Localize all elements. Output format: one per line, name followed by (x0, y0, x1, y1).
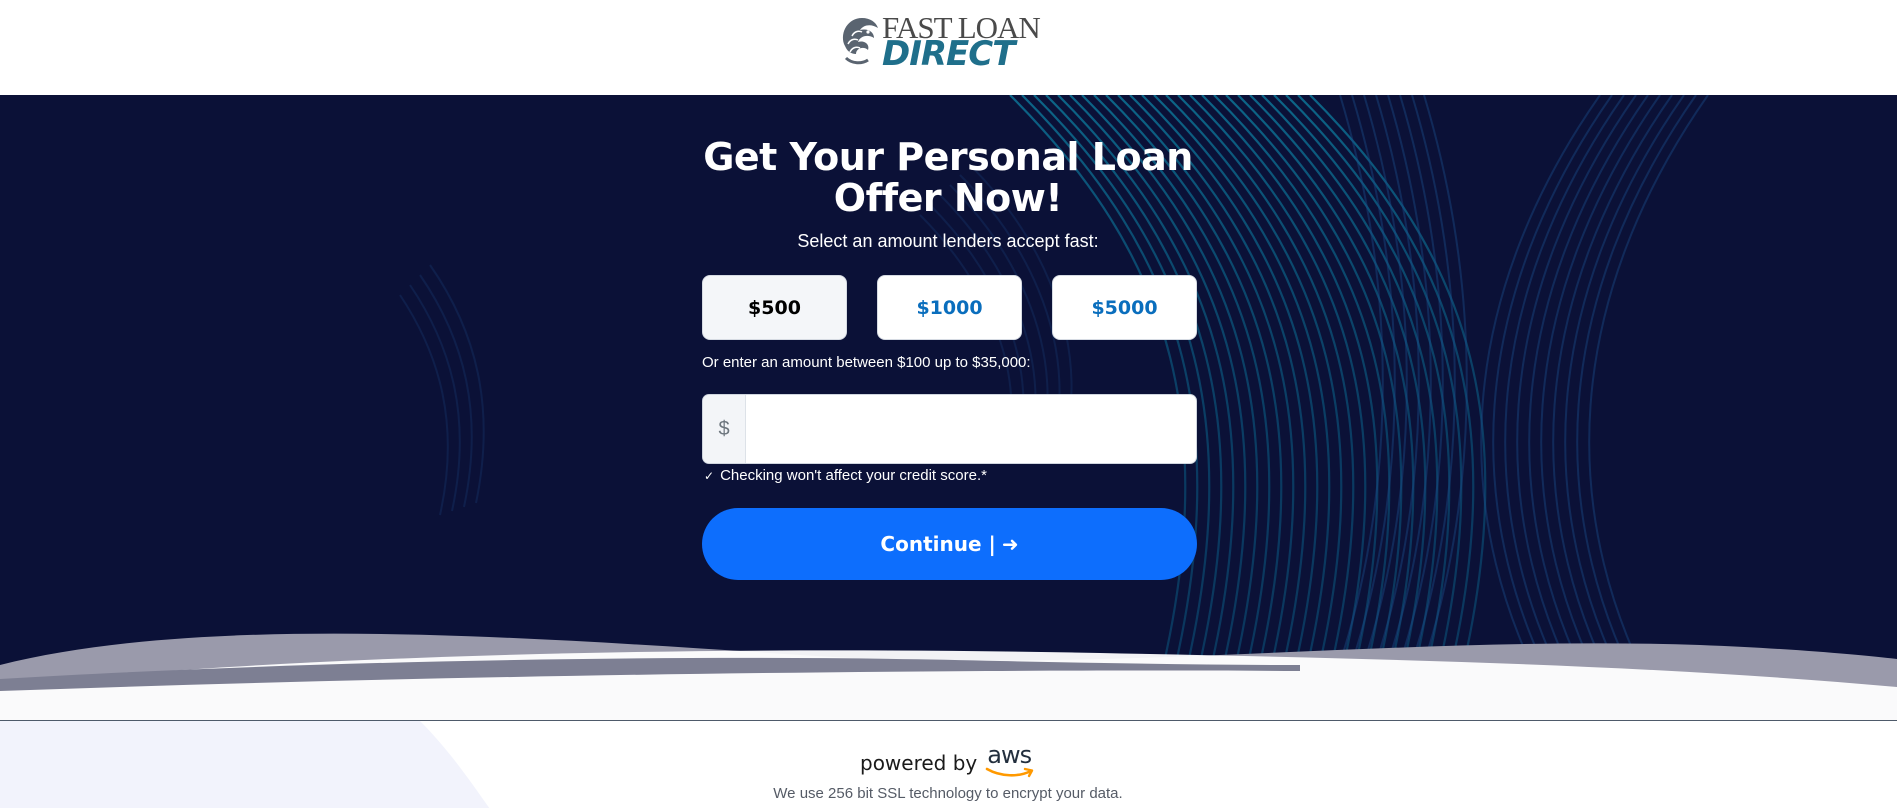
credit-score-note-text: Checking won't affect your credit score.… (720, 467, 987, 484)
site-header: FAST LOAN DIRECT (0, 0, 1897, 95)
amount-button-5000[interactable]: $5000 (1052, 275, 1197, 340)
logo-text-direct: DIRECT (882, 34, 1015, 74)
lion-logo-icon (842, 18, 878, 65)
check-icon: ✓ (704, 468, 715, 483)
decorative-footer-shape (0, 721, 490, 808)
fast-loan-direct-logo[interactable]: FAST LOAN DIRECT (838, 12, 1058, 72)
amount-range-hint: Or enter an amount between $100 up to $3… (702, 354, 1031, 371)
amount-subtitle: Select an amount lenders accept fast: (797, 231, 1099, 251)
continue-button[interactable]: Continue | ➜ (702, 508, 1197, 580)
arrow-right-icon: ➜ (1001, 532, 1019, 556)
amount-button-500[interactable]: $500 (702, 275, 847, 340)
credit-score-note: ✓ Checking won't affect your credit scor… (704, 467, 987, 484)
page-title: Get Your Personal Loan Offer Now! (703, 135, 1193, 220)
powered-by-aws: powered by aws (860, 741, 1037, 781)
hero-section: Get Your Personal Loan Offer Now! Select… (0, 95, 1897, 720)
site-footer: powered by aws We use 256 bit SSL techno… (0, 720, 1897, 808)
aws-smile-icon (985, 767, 1034, 778)
amount-button-1000[interactable]: $1000 (877, 275, 1022, 340)
aws-logo: aws (985, 741, 1037, 781)
ssl-note: We use 256 bit SSL technology to encrypt… (773, 785, 1123, 802)
aws-logo-text: aws (987, 741, 1032, 769)
continue-button-label: Continue | (880, 532, 996, 556)
amount-input-group: $ (702, 394, 1197, 464)
powered-by-text: powered by (860, 751, 978, 775)
decorative-wave (0, 633, 1897, 720)
dollar-prefix: $ (703, 395, 746, 463)
amount-input[interactable] (746, 395, 1196, 463)
